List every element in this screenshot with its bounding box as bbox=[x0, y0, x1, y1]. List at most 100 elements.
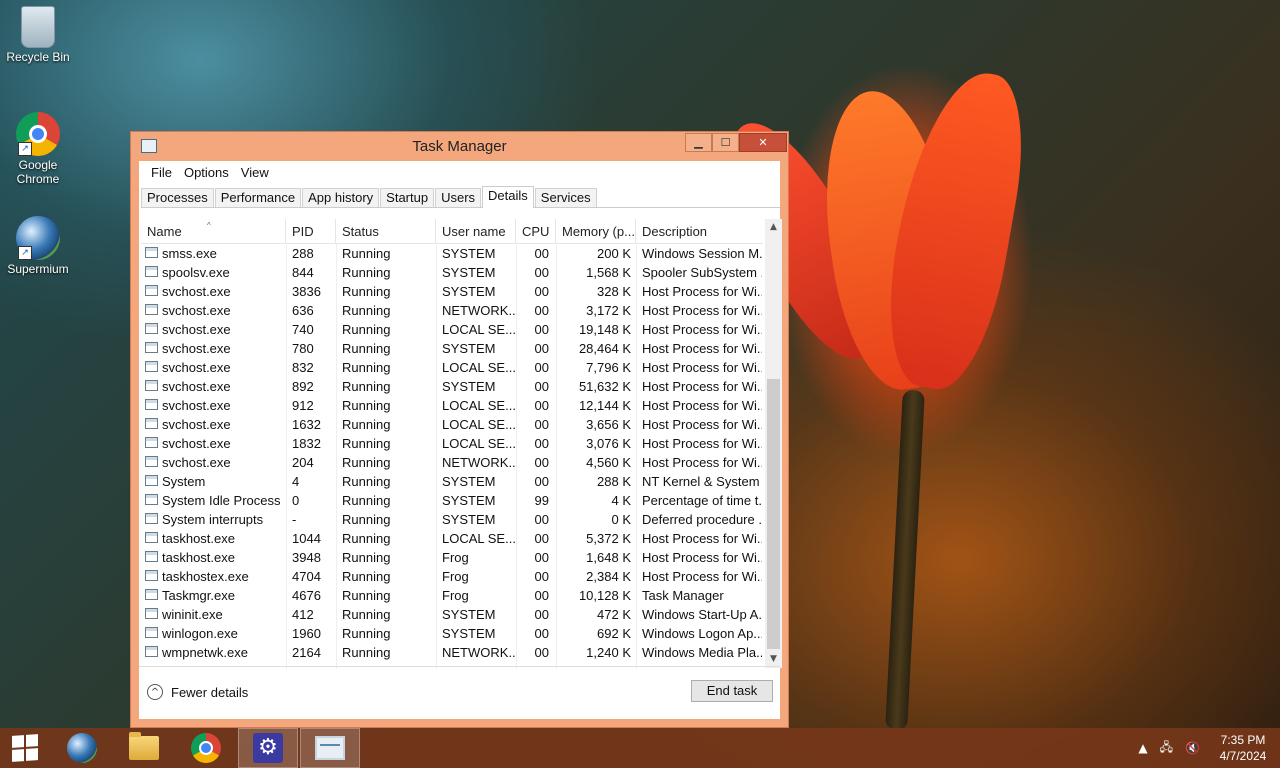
cell-user: SYSTEM bbox=[442, 626, 496, 641]
column-header-name[interactable]: ^ Name bbox=[141, 219, 286, 243]
cell-pid: 1960 bbox=[292, 626, 321, 641]
clock-time: 7:35 PM bbox=[1220, 733, 1266, 747]
network-icon[interactable]: 🖧 bbox=[1160, 738, 1173, 759]
cell-mem: 2,384 K bbox=[586, 569, 631, 584]
tab-services[interactable]: Services bbox=[534, 188, 597, 207]
column-header-pid[interactable]: PID bbox=[286, 219, 336, 243]
cell-name: smss.exe bbox=[162, 246, 217, 261]
taskbar-settings[interactable]: ⚙ bbox=[238, 728, 298, 768]
cell-mem: 3,172 K bbox=[586, 303, 631, 318]
windows-logo-icon bbox=[12, 734, 38, 762]
show-hidden-icons-icon[interactable]: ▲ bbox=[1138, 741, 1147, 755]
cell-mem: 472 K bbox=[597, 607, 631, 622]
taskbar-supermium[interactable] bbox=[52, 728, 112, 768]
table-row[interactable]: svchost.exe 892 Running SYSTEM 00 51,632 K Hos… bbox=[141, 377, 763, 396]
title-bar[interactable]: Task Manager ▁ ☐ ✕ bbox=[131, 132, 788, 160]
tab-processes[interactable]: Processes bbox=[141, 188, 214, 207]
column-divider bbox=[516, 243, 517, 669]
volume-muted-icon[interactable]: 🔇 bbox=[1185, 741, 1200, 755]
table-row[interactable]: winlogon.exe 1960 Running SYSTEM 00 692 K Wind… bbox=[141, 624, 763, 643]
cell-name: svchost.exe bbox=[162, 379, 231, 394]
table-row[interactable]: svchost.exe 636 Running NETWORK... 00 3,172 K… bbox=[141, 301, 763, 320]
column-header-user-name[interactable]: User name bbox=[436, 219, 516, 243]
supermium-icon bbox=[67, 733, 97, 763]
cell-status: Running bbox=[342, 322, 391, 337]
cell-cpu: 00 bbox=[534, 645, 549, 660]
table-row[interactable]: System 4 Running SYSTEM 00 288 K NT Kernel & S… bbox=[141, 472, 763, 491]
process-icon bbox=[145, 513, 158, 524]
cell-name: wininit.exe bbox=[162, 607, 223, 622]
table-row[interactable]: wmpnetwk.exe 2164 Running NETWORK... 00 1,240… bbox=[141, 643, 763, 662]
scrollbar-thumb[interactable] bbox=[767, 379, 780, 649]
cell-name: System Idle Process bbox=[162, 493, 281, 508]
cell-pid: 288 bbox=[292, 246, 314, 261]
cell-desc: Percentage of time t... bbox=[642, 493, 762, 508]
table-row[interactable]: svchost.exe 780 Running SYSTEM 00 28,464 K Hos… bbox=[141, 339, 763, 358]
taskbar-chrome[interactable] bbox=[176, 728, 236, 768]
table-row[interactable]: Taskmgr.exe 4676 Running Frog 00 10,128 K Task… bbox=[141, 586, 763, 605]
cell-pid: 780 bbox=[292, 341, 314, 356]
cell-user: Frog bbox=[442, 569, 469, 584]
minimize-button[interactable]: ▁ bbox=[685, 133, 712, 152]
tab-details[interactable]: Details bbox=[482, 186, 534, 208]
process-icon bbox=[145, 494, 158, 505]
end-task-button[interactable]: End task bbox=[691, 680, 773, 702]
cell-name: svchost.exe bbox=[162, 417, 231, 432]
close-button[interactable]: ✕ bbox=[739, 133, 787, 152]
cell-cpu: 00 bbox=[534, 303, 549, 318]
menu-file[interactable]: File bbox=[145, 165, 178, 180]
table-row[interactable]: svchost.exe 912 Running LOCAL SE... 00 12,144… bbox=[141, 396, 763, 415]
cell-name: System bbox=[162, 474, 206, 489]
table-row[interactable]: svchost.exe 1632 Running LOCAL SE... 00 3,656… bbox=[141, 415, 763, 434]
cell-cpu: 00 bbox=[534, 550, 549, 565]
table-row[interactable]: taskhost.exe 3948 Running Frog 00 1,648 K Host… bbox=[141, 548, 763, 567]
cell-desc: Host Process for Wi... bbox=[642, 569, 762, 584]
table-row[interactable]: smss.exe 288 Running SYSTEM 00 200 K Windows S… bbox=[141, 244, 763, 263]
table-row[interactable]: spoolsv.exe 844 Running SYSTEM 00 1,568 K Spoo… bbox=[141, 263, 763, 282]
menu-view[interactable]: View bbox=[235, 165, 275, 180]
chrome-icon bbox=[191, 733, 221, 763]
table-row[interactable]: svchost.exe 1832 Running LOCAL SE... 00 3,076… bbox=[141, 434, 763, 453]
table-row[interactable]: System interrupts - Running SYSTEM 00 0 K Defe… bbox=[141, 510, 763, 529]
maximize-button[interactable]: ☐ bbox=[712, 133, 739, 152]
cell-cpu: 00 bbox=[534, 246, 549, 261]
table-row[interactable]: svchost.exe 3836 Running SYSTEM 00 328 K Host … bbox=[141, 282, 763, 301]
vertical-scrollbar[interactable]: ▲ ▼ bbox=[765, 219, 782, 668]
start-button[interactable] bbox=[0, 728, 50, 768]
menu-options[interactable]: Options bbox=[178, 165, 235, 180]
table-row[interactable]: wininit.exe 412 Running SYSTEM 00 472 K Window… bbox=[141, 605, 763, 624]
tab-performance[interactable]: Performance bbox=[214, 188, 302, 207]
task-manager-window: Task Manager ▁ ☐ ✕ File Options View Pro… bbox=[130, 131, 789, 728]
column-header-description[interactable]: Description bbox=[636, 219, 763, 243]
cell-status: Running bbox=[342, 246, 391, 261]
cell-desc: Task Manager bbox=[642, 588, 724, 603]
desktop-icon-supermium[interactable]: ↗ Supermium bbox=[0, 216, 76, 276]
cell-name: svchost.exe bbox=[162, 360, 231, 375]
desktop-icon-google-chrome[interactable]: ↗ Google Chrome bbox=[0, 112, 76, 186]
table-row[interactable]: svchost.exe 740 Running LOCAL SE... 00 19,148… bbox=[141, 320, 763, 339]
column-divider bbox=[636, 243, 637, 669]
cell-pid: 1632 bbox=[292, 417, 321, 432]
fewer-details-button[interactable]: ^ Fewer details bbox=[147, 684, 248, 700]
clock[interactable]: 7:35 PM 4/7/2024 bbox=[1206, 732, 1280, 764]
tab-app-history[interactable]: App history bbox=[302, 188, 380, 207]
table-row[interactable]: taskhost.exe 1044 Running LOCAL SE... 00 5,37… bbox=[141, 529, 763, 548]
scroll-up-icon[interactable]: ▲ bbox=[765, 219, 782, 236]
table-row[interactable]: taskhostex.exe 4704 Running Frog 00 2,384 K Ho… bbox=[141, 567, 763, 586]
desktop-icon-recycle-bin[interactable]: Recycle Bin bbox=[0, 6, 76, 64]
tab-users[interactable]: Users bbox=[435, 188, 482, 207]
cell-name: taskhostex.exe bbox=[162, 569, 249, 584]
taskbar-task-manager[interactable] bbox=[300, 728, 360, 768]
table-row[interactable]: svchost.exe 832 Running LOCAL SE... 00 7,796 … bbox=[141, 358, 763, 377]
cell-name: taskhost.exe bbox=[162, 550, 235, 565]
taskbar-file-explorer[interactable] bbox=[114, 728, 174, 768]
cell-desc: Host Process for Wi... bbox=[642, 360, 762, 375]
tab-startup[interactable]: Startup bbox=[380, 188, 435, 207]
table-row[interactable]: System Idle Process 0 Running SYSTEM 99 4 K Pe… bbox=[141, 491, 763, 510]
column-header-cpu[interactable]: CPU bbox=[516, 219, 556, 243]
cell-pid: 4676 bbox=[292, 588, 321, 603]
table-row[interactable]: svchost.exe 204 Running NETWORK... 00 4,560 K… bbox=[141, 453, 763, 472]
cell-user: SYSTEM bbox=[442, 246, 496, 261]
column-header-status[interactable]: Status bbox=[336, 219, 436, 243]
column-header-memory[interactable]: Memory (p... bbox=[556, 219, 636, 243]
